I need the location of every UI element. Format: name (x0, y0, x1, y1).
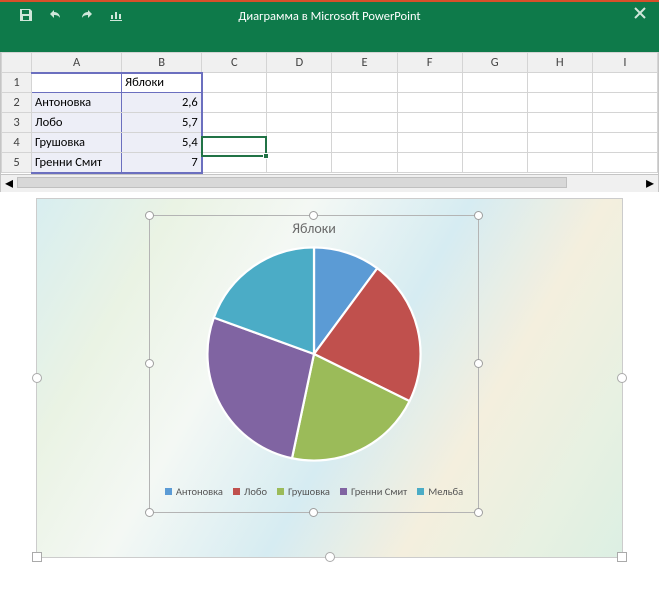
resize-handle[interactable] (617, 373, 627, 383)
scroll-left-icon[interactable]: ◂ (1, 175, 17, 191)
resize-handle[interactable] (32, 552, 42, 562)
row-header[interactable]: 1 (2, 73, 32, 93)
col-header[interactable]: E (332, 53, 397, 73)
cell[interactable] (32, 73, 122, 93)
resize-handle[interactable] (617, 552, 627, 562)
chart-object[interactable]: Яблоки АнтоновкаЛобоГрушовкаГренни СмитМ… (149, 215, 479, 513)
legend-swatch (277, 488, 284, 495)
table-row[interactable]: 3 Лобо 5,7 (2, 113, 658, 133)
table-row[interactable]: 4 Грушовка 5,4 (2, 133, 658, 153)
slide[interactable]: Яблоки АнтоновкаЛобоГрушовкаГренни СмитМ… (36, 198, 623, 558)
legend-swatch (233, 488, 240, 495)
legend-item[interactable]: Лобо (233, 485, 267, 498)
legend-label: Антоновка (176, 485, 223, 498)
resize-handle[interactable] (325, 552, 335, 562)
resize-handle[interactable] (474, 211, 483, 220)
cell[interactable]: Грушовка (32, 133, 122, 153)
cell[interactable]: Гренни Смит (32, 153, 122, 173)
legend-label: Мельба (428, 485, 463, 498)
legend-item[interactable]: Мельба (417, 485, 463, 498)
legend-item[interactable]: Гренни Смит (340, 485, 407, 498)
cell[interactable]: Яблоки (122, 73, 202, 93)
close-button[interactable] (633, 6, 651, 24)
cell[interactable]: 5,4 (122, 133, 202, 153)
save-icon[interactable] (18, 7, 34, 28)
undo-icon[interactable] (48, 7, 64, 28)
quick-access-toolbar (0, 2, 134, 26)
scroll-track[interactable] (17, 176, 642, 190)
legend-swatch (340, 488, 347, 495)
col-header[interactable]: C (202, 53, 267, 73)
resize-handle[interactable] (474, 359, 483, 368)
pie-chart[interactable] (203, 243, 425, 465)
sheet-grid[interactable]: A B C D E F G H I 1 Яблоки 2 Антоновка 2… (1, 52, 658, 174)
table-row[interactable]: 1 Яблоки (2, 73, 658, 93)
col-header[interactable]: D (267, 53, 332, 73)
col-header[interactable]: G (462, 53, 527, 73)
row-header[interactable]: 4 (2, 133, 32, 153)
legend-label: Лобо (244, 485, 267, 498)
chart-legend[interactable]: Антоновка Лобо Грушовка Гренни Смит Мельба (150, 485, 478, 498)
legend-item[interactable]: Грушовка (277, 485, 330, 498)
scroll-right-icon[interactable]: ▸ (642, 175, 658, 191)
column-header-row[interactable]: A B C D E F G H I (2, 53, 658, 73)
row-header[interactable]: 5 (2, 153, 32, 173)
resize-handle[interactable] (145, 508, 154, 517)
titlebar: Диаграмма в Microsoft PowerPoint (0, 0, 659, 52)
col-header[interactable]: H (527, 53, 592, 73)
resize-handle[interactable] (309, 508, 318, 517)
legend-swatch (417, 488, 424, 495)
resize-handle[interactable] (474, 508, 483, 517)
scroll-thumb[interactable] (17, 177, 567, 188)
cell[interactable]: Лобо (32, 113, 122, 133)
col-header[interactable]: A (32, 53, 122, 73)
select-all-cell[interactable] (2, 53, 32, 73)
col-header[interactable]: I (592, 53, 657, 73)
resize-handle[interactable] (145, 211, 154, 220)
active-cell-outline[interactable] (201, 136, 267, 157)
cell[interactable]: 2,6 (122, 93, 202, 113)
resize-handle[interactable] (309, 211, 318, 220)
cell[interactable]: 7 (122, 153, 202, 173)
row-header[interactable]: 2 (2, 93, 32, 113)
legend-item[interactable]: Антоновка (165, 485, 223, 498)
legend-label: Грушовка (288, 485, 330, 498)
legend-swatch (165, 488, 172, 495)
row-header[interactable]: 3 (2, 113, 32, 133)
table-row[interactable]: 5 Гренни Смит 7 (2, 153, 658, 173)
resize-handle[interactable] (32, 373, 42, 383)
cell[interactable]: 5,7 (122, 113, 202, 133)
table-row[interactable]: 2 Антоновка 2,6 (2, 93, 658, 113)
col-header[interactable]: F (397, 53, 462, 73)
spreadsheet[interactable]: A B C D E F G H I 1 Яблоки 2 Антоновка 2… (0, 52, 659, 192)
slide-area: Яблоки АнтоновкаЛобоГрушовкаГренни СмитМ… (0, 192, 659, 568)
cell[interactable]: Антоновка (32, 93, 122, 113)
redo-icon[interactable] (78, 7, 94, 28)
chart-icon[interactable] (108, 7, 124, 28)
col-header[interactable]: B (122, 53, 202, 73)
legend-label: Гренни Смит (351, 485, 407, 498)
horizontal-scrollbar[interactable]: ◂ ▸ (1, 174, 658, 192)
fill-handle[interactable] (263, 153, 269, 159)
resize-handle[interactable] (145, 359, 154, 368)
